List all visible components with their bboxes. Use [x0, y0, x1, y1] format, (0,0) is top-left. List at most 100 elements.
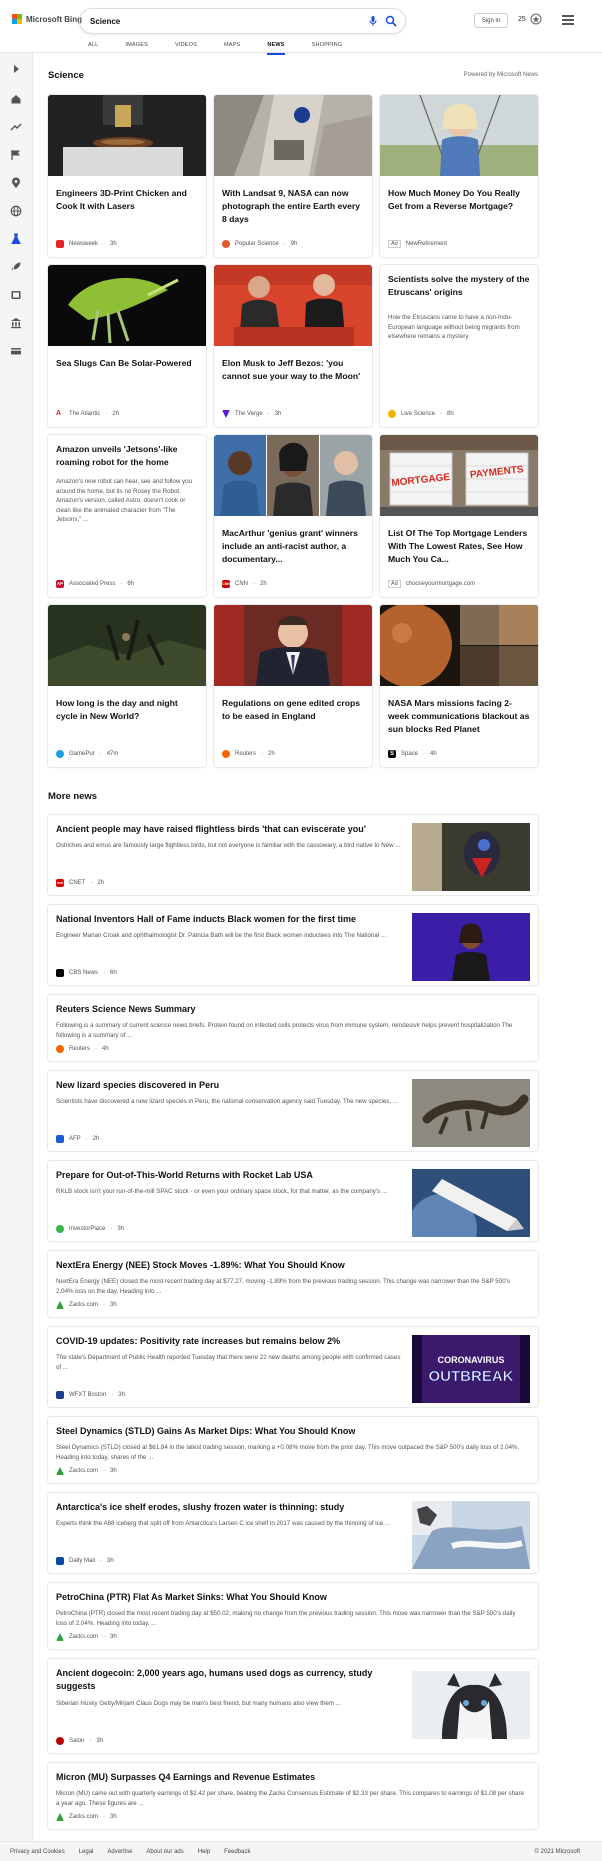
news-card[interactable]: Sea Slugs Can Be Solar-Powered A The Atla… [48, 265, 206, 427]
header: Microsoft Bing Sign in 25 ALL IMAGES VID… [0, 0, 602, 55]
source-logo-icon: S [388, 750, 396, 758]
card-title[interactable]: Sea Slugs Can Be Solar-Powered [56, 357, 198, 370]
flag-icon[interactable] [10, 149, 22, 161]
card-title[interactable]: With Landsat 9, NASA can now photograph … [222, 187, 364, 226]
news-title[interactable]: National Inventors Hall of Fame inducts … [56, 913, 356, 926]
news-title[interactable]: Antarctica's ice shelf erodes, slushy fr… [56, 1501, 344, 1514]
news-list-item[interactable]: Steel Dynamics (STLD) Gains As Market Di… [48, 1417, 538, 1483]
card-title[interactable]: NASA Mars missions facing 2-week communi… [388, 697, 530, 736]
entertainment-icon[interactable] [10, 289, 22, 301]
source-logo-icon [56, 1045, 64, 1053]
outbreak-thumb-text: OUTBREAK [429, 1368, 514, 1385]
footer-link-privacy[interactable]: Privacy and Cookies [10, 1849, 65, 1855]
news-source: Zacks.com · 3h [56, 1813, 117, 1821]
source-logo-icon [56, 1135, 64, 1143]
source-logo-icon [222, 240, 230, 248]
news-description: Siberian Husky Getty/Mirjam Claus Dogs m… [56, 1700, 341, 1707]
news-list-item[interactable]: Micron (MU) Surpasses Q4 Earnings and Re… [48, 1763, 538, 1829]
footer-link-about-ads[interactable]: About our ads [146, 1849, 183, 1855]
card-source: S Space · 4h [388, 750, 437, 758]
news-card[interactable]: Elon Musk to Jeff Bezos: 'you cannot sue… [214, 265, 372, 427]
coronavirus-thumb-text: CORONAVIRUS [438, 1355, 505, 1365]
card-title[interactable]: Scientists solve the mystery of the Etru… [388, 273, 530, 299]
news-description: The state's Department of Public Health … [56, 1354, 401, 1371]
card-title[interactable]: How Much Money Do You Really Get from a … [388, 187, 530, 213]
search-icon[interactable] [385, 15, 397, 27]
politics-icon[interactable] [10, 317, 22, 329]
news-title[interactable]: Steel Dynamics (STLD) Gains As Market Di… [56, 1425, 355, 1438]
news-title[interactable]: Ancient dogecoin: 2,000 years ago, human… [56, 1667, 386, 1693]
location-icon[interactable] [10, 177, 22, 189]
news-list-item[interactable]: Antarctica's ice shelf erodes, slushy fr… [48, 1493, 538, 1573]
trending-icon[interactable] [10, 121, 22, 133]
footer-link-legal[interactable]: Legal [79, 1849, 94, 1855]
news-title[interactable]: PetroChina (PTR) Flat As Market Sinks: W… [56, 1591, 327, 1604]
news-list-item[interactable]: Ancient people may have raised flightles… [48, 815, 538, 895]
news-title[interactable]: NextEra Energy (NEE) Stock Moves -1.89%:… [56, 1259, 345, 1272]
news-card[interactable]: NASA Mars missions facing 2-week communi… [380, 605, 538, 767]
news-description: Engineer Marian Croak and ophthalmologis… [56, 932, 387, 939]
news-list-item[interactable]: National Inventors Hall of Fame inducts … [48, 905, 538, 985]
news-list-item[interactable]: Prepare for Out-of-This-World Returns wi… [48, 1161, 538, 1241]
footer-link-feedback[interactable]: Feedback [224, 1849, 250, 1855]
card-title[interactable]: List Of The Top Mortgage Lenders With Th… [388, 527, 530, 566]
news-list-item[interactable]: NextEra Energy (NEE) Stock Moves -1.89%:… [48, 1251, 538, 1317]
news-card[interactable]: Scientists solve the mystery of the Etru… [380, 265, 538, 427]
footer-link-advertise[interactable]: Advertise [107, 1849, 132, 1855]
card-title[interactable]: How long is the day and night cycle in N… [56, 697, 198, 723]
bing-logo[interactable]: Microsoft Bing [12, 14, 82, 24]
menu-icon[interactable] [562, 15, 574, 25]
news-card[interactable]: With Landsat 9, NASA can now photograph … [214, 95, 372, 257]
news-card[interactable]: Engineers 3D-Print Chicken and Cook It w… [48, 95, 206, 257]
microphone-icon[interactable] [367, 15, 379, 27]
news-thumbnail [412, 1169, 530, 1237]
news-source: Daily Mail · 3h [56, 1557, 114, 1565]
expand-sidebar-icon[interactable] [10, 63, 22, 75]
news-card[interactable]: How long is the day and night cycle in N… [48, 605, 206, 767]
card-title[interactable]: Regulations on gene edited crops to be e… [222, 697, 364, 723]
card-image [214, 265, 372, 346]
news-description: Scientists have discovered a new lizard … [56, 1098, 398, 1105]
news-title[interactable]: Prepare for Out-of-This-World Returns wi… [56, 1169, 313, 1182]
ad-card[interactable]: How Much Money Do You Really Get from a … [380, 95, 538, 257]
rocket-icon[interactable] [10, 261, 22, 273]
science-icon[interactable] [10, 233, 22, 245]
news-title[interactable]: Micron (MU) Surpasses Q4 Earnings and Re… [56, 1771, 315, 1784]
news-card[interactable]: MacArthur 'genius grant' winners include… [214, 435, 372, 597]
source-logo-icon: A [56, 410, 64, 418]
source-logo-icon: cnet [56, 879, 64, 887]
card-source: The Verge · 3h [222, 410, 281, 418]
footer: Privacy and Cookies Legal Advertise Abou… [0, 1841, 602, 1861]
brand-name: Microsoft Bing [26, 14, 82, 24]
card-image [48, 265, 206, 346]
money-icon[interactable] [10, 345, 22, 357]
card-source: Ad NewRetirement [388, 240, 447, 248]
card-source: Popular Science · 9h [222, 240, 297, 248]
search-box[interactable] [80, 9, 405, 33]
news-list-item[interactable]: Ancient dogecoin: 2,000 years ago, human… [48, 1659, 538, 1753]
home-icon[interactable] [10, 93, 22, 105]
news-list-item[interactable]: Reuters Science News Summary Following i… [48, 995, 538, 1061]
card-title[interactable]: Engineers 3D-Print Chicken and Cook It w… [56, 187, 198, 213]
news-title[interactable]: Ancient people may have raised flightles… [56, 823, 366, 836]
powered-by[interactable]: Powered by Microsoft News [464, 72, 538, 78]
footer-link-help[interactable]: Help [198, 1849, 210, 1855]
sign-in-button[interactable]: Sign in [474, 13, 508, 28]
news-title[interactable]: New lizard species discovered in Peru [56, 1079, 219, 1092]
news-list-item[interactable]: New lizard species discovered in Peru Sc… [48, 1071, 538, 1151]
news-list-item[interactable]: PetroChina (PTR) Flat As Market Sinks: W… [48, 1583, 538, 1649]
search-input[interactable] [90, 16, 290, 26]
news-card[interactable]: Regulations on gene edited crops to be e… [214, 605, 372, 767]
news-title[interactable]: COVID-19 updates: Positivity rate increa… [56, 1335, 340, 1348]
card-description: How the Etruscans came to have a non-Ind… [388, 314, 520, 340]
ad-card[interactable]: MORTGAGE PAYMENTS List Of The Top Mortgag… [380, 435, 538, 597]
news-card[interactable]: Amazon unveils 'Jetsons'-like roaming ro… [48, 435, 206, 597]
card-title[interactable]: Elon Musk to Jeff Bezos: 'you cannot sue… [222, 357, 364, 383]
news-title[interactable]: Reuters Science News Summary [56, 1003, 196, 1016]
rewards-button[interactable]: 25 [518, 13, 542, 25]
news-list-item[interactable]: COVID-19 updates: Positivity rate increa… [48, 1327, 538, 1407]
news-source: CBS News · 6h [56, 969, 117, 977]
card-title[interactable]: MacArthur 'genius grant' winners include… [222, 527, 364, 566]
card-title[interactable]: Amazon unveils 'Jetsons'-like roaming ro… [56, 443, 198, 469]
globe-icon[interactable] [10, 205, 22, 217]
